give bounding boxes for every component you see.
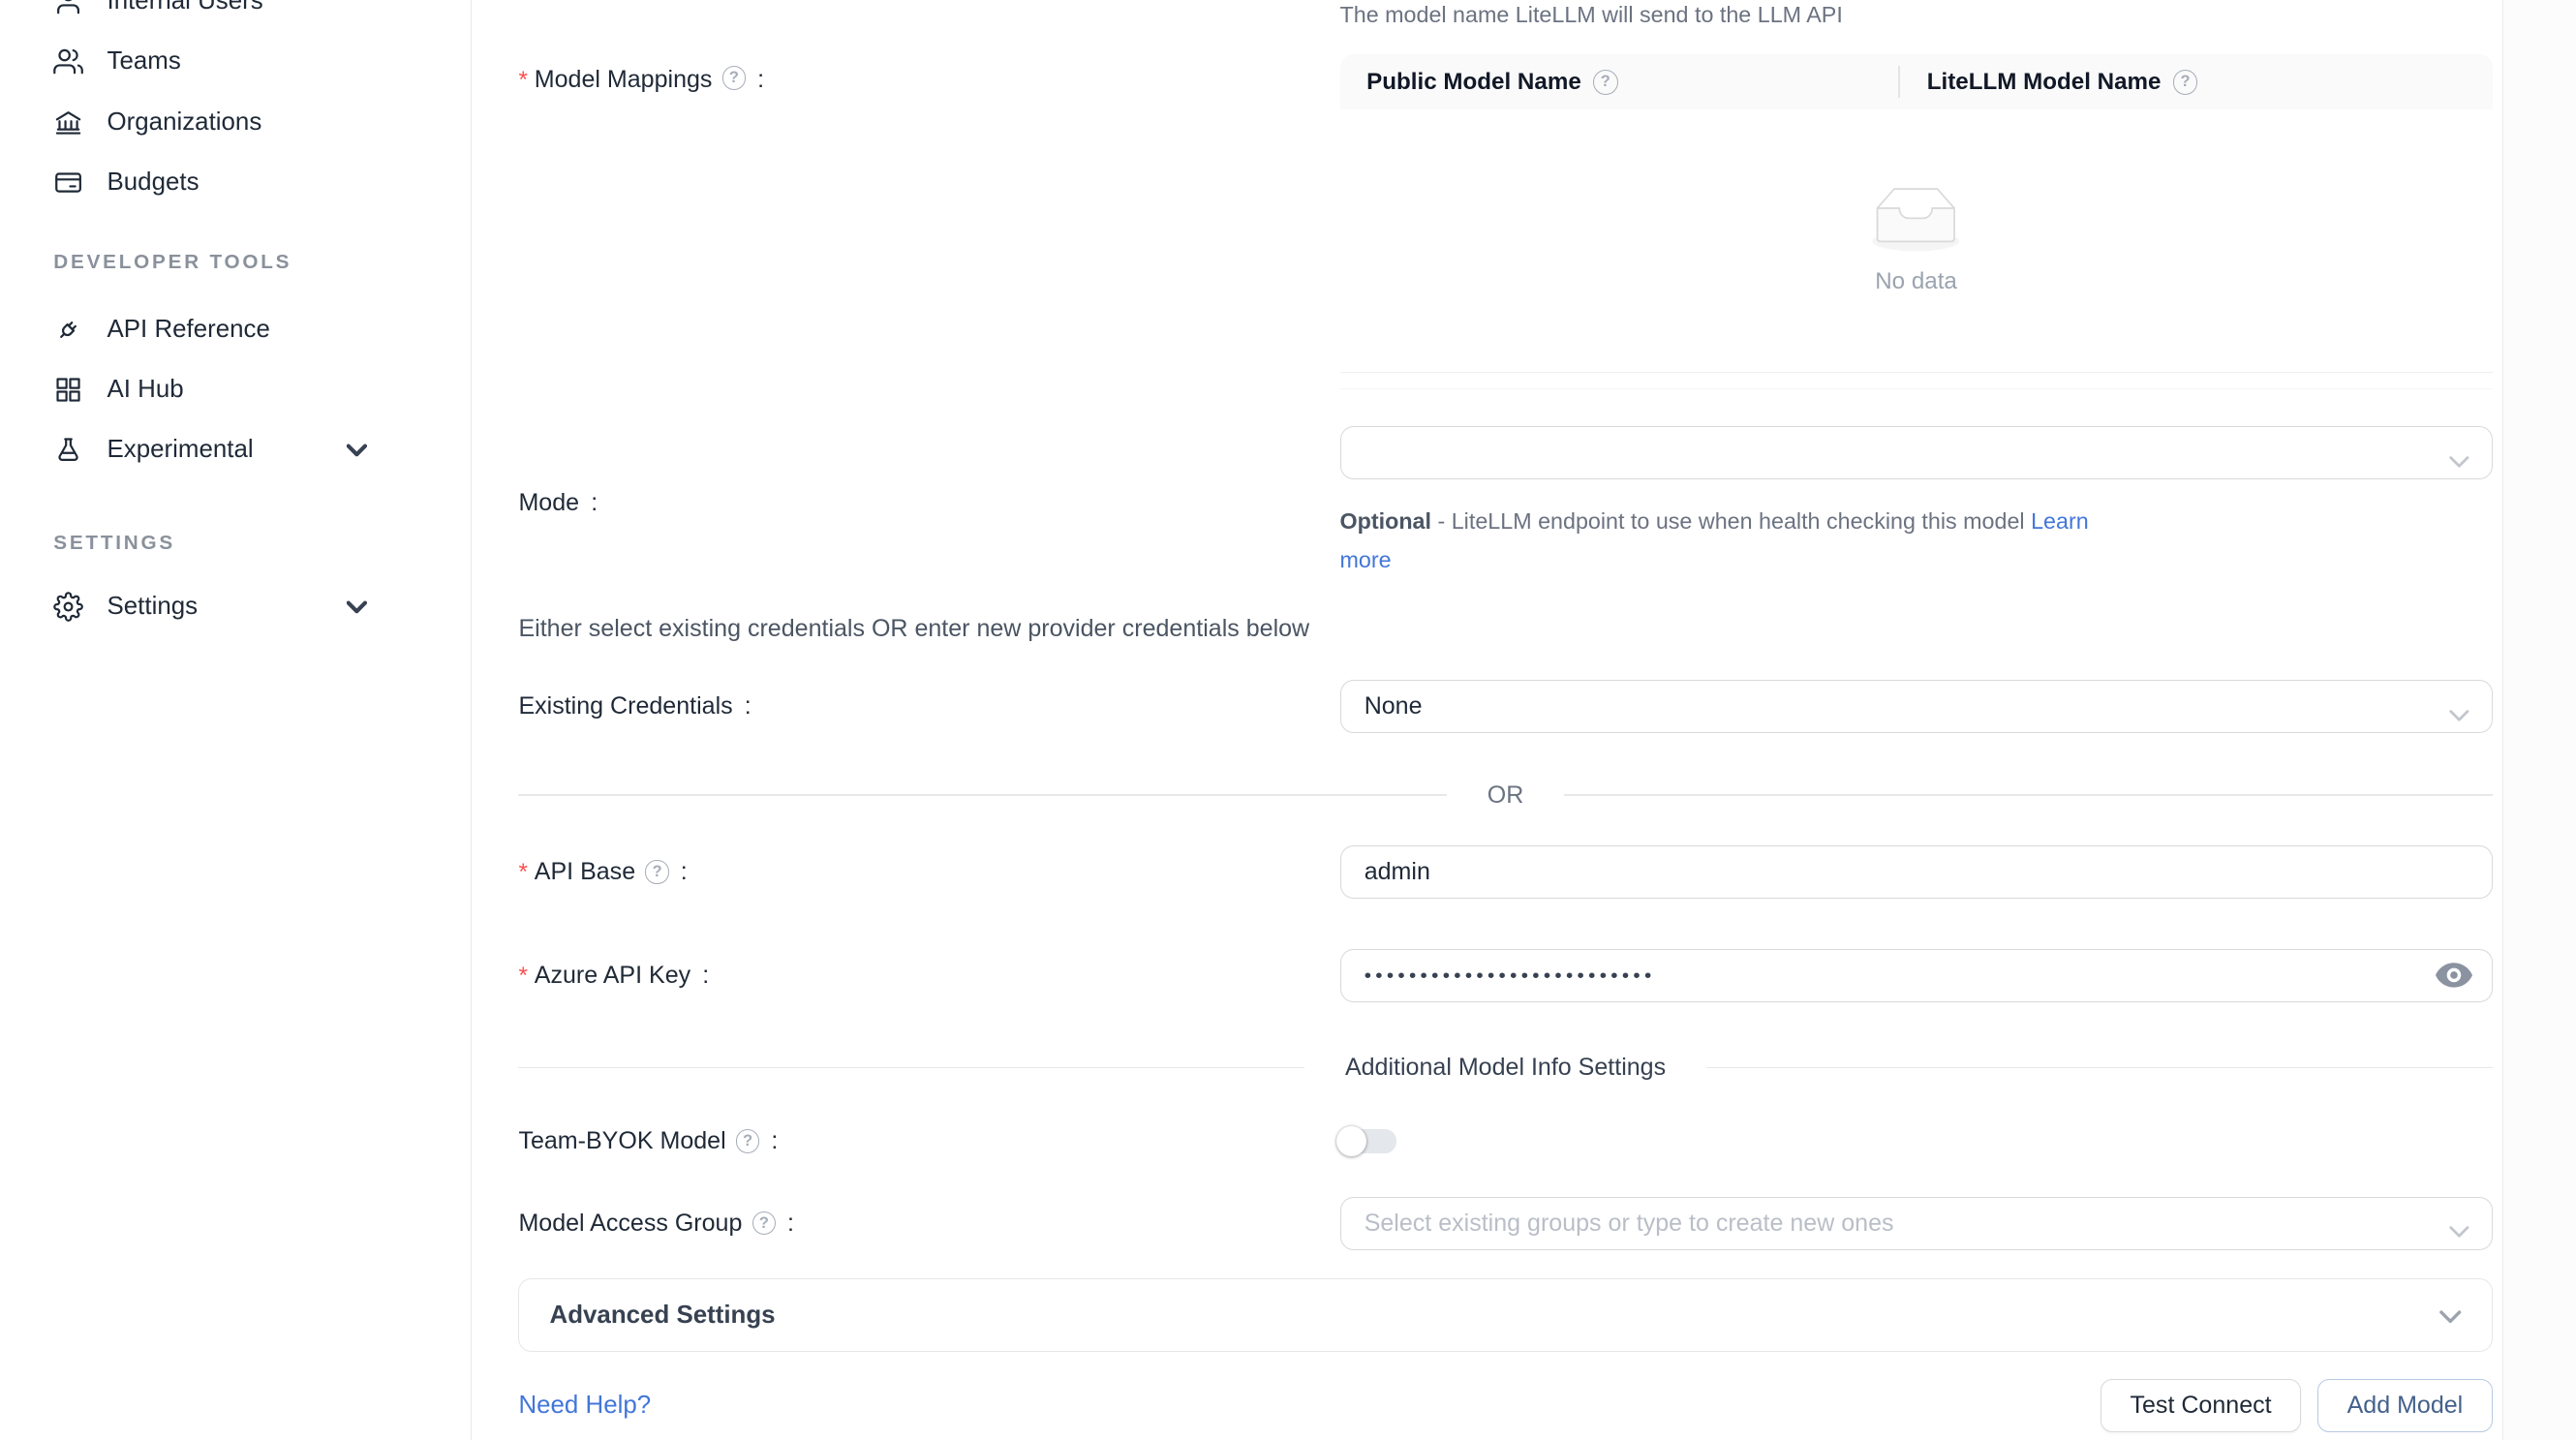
credentials-note: Either select existing credentials OR en… [518, 615, 2492, 643]
required-asterisk [518, 66, 534, 94]
eye-icon[interactable] [2436, 963, 2472, 995]
flask-icon [53, 435, 83, 465]
plug-icon [53, 315, 83, 345]
sidebar-item-label: Settings [107, 593, 199, 621]
form-row-api-base: API Base [518, 845, 2492, 899]
question-circle-icon[interactable] [2173, 70, 2198, 95]
form-row-azure-api-key: Azure API Key [518, 949, 2492, 1002]
mode-help-text: Optional - LiteLLM endpoint to use when … [1340, 503, 2130, 579]
chevron-down-icon [2439, 1300, 2461, 1331]
api-base-label: API Base [518, 845, 1339, 899]
sidebar-item-experimental[interactable]: Experimental [53, 419, 471, 479]
sidebar-item-ai-hub[interactable]: AI Hub [53, 359, 471, 419]
chevron-down-icon [347, 436, 367, 464]
existing-credentials-select[interactable]: None [1340, 680, 2493, 733]
existing-credentials-label: Existing Credentials [518, 680, 1339, 733]
table-footer-divider [1340, 373, 2493, 389]
sidebar-item-label: Internal Users [107, 0, 263, 15]
column-header-public-model-name: Public Model Name [1340, 69, 1899, 96]
form-row-mode: Mode Optional - LiteLLM endpoint to use … [518, 426, 2492, 580]
sidebar-item-budgets[interactable]: Budgets [53, 152, 471, 212]
litellm-model-name-hint: The model name LiteLLM will send to the … [1340, 0, 2493, 28]
grid-icon [53, 375, 83, 405]
sidebar-item-teams[interactable]: Teams [53, 32, 471, 92]
sidebar-item-label: AI Hub [107, 376, 184, 404]
or-divider: OR [518, 781, 2492, 811]
model-access-group-label: Model Access Group [518, 1197, 1339, 1250]
sidebar-item-organizations[interactable]: Organizations [53, 92, 471, 152]
chevron-down-icon [2449, 701, 2469, 729]
mode-select[interactable] [1340, 426, 2493, 479]
column-header-litellm-model-name: LiteLLM Model Name [1900, 69, 2224, 96]
azure-api-key-label: Azure API Key [518, 949, 1339, 1002]
user-icon [53, 0, 83, 16]
divider-line [1564, 794, 2493, 796]
sidebar-item-api-reference[interactable]: API Reference [53, 299, 471, 359]
chevron-down-icon [347, 593, 367, 621]
team-icon [53, 46, 83, 77]
sidebar-item-label: API Reference [107, 316, 270, 344]
main-content: The model name LiteLLM will send to the … [472, 0, 2576, 1440]
sidebar: Internal Users Teams Organizations Budge… [0, 0, 472, 1440]
model-access-group-select[interactable]: Select existing groups or type to create… [1340, 1197, 2493, 1250]
divider-line [518, 794, 1447, 796]
sidebar-section-developer-tools: DEVELOPER TOOLS [53, 251, 471, 274]
required-asterisk [518, 962, 534, 990]
form-footer: Need Help? Test Connect Add Model [518, 1379, 2492, 1432]
table-empty-state: No data [1340, 109, 2493, 372]
api-base-input[interactable] [1340, 845, 2493, 899]
question-circle-icon[interactable] [722, 66, 746, 89]
app-window: Internal Users Teams Organizations Budge… [0, 0, 2576, 1440]
azure-api-key-input[interactable] [1340, 949, 2493, 1002]
test-connect-button[interactable]: Test Connect [2101, 1379, 2301, 1432]
table-header: Public Model Name LiteLLM Model Name [1340, 54, 2493, 109]
sidebar-item-label: Organizations [107, 108, 262, 137]
sidebar-item-label: Budgets [107, 169, 199, 197]
sidebar-item-internal-users[interactable]: Internal Users [53, 0, 471, 32]
bank-icon [53, 107, 83, 138]
no-data-text: No data [1875, 268, 1957, 295]
additional-settings-divider: Additional Model Info Settings [518, 1053, 2492, 1083]
chevron-down-icon [2449, 446, 2469, 475]
mode-label: Mode [518, 426, 1339, 580]
model-mappings-table: Public Model Name LiteLLM Model Name [1340, 54, 2493, 388]
team-byok-label: Team-BYOK Model [518, 1115, 1339, 1168]
question-circle-icon[interactable] [736, 1129, 759, 1152]
question-circle-icon[interactable] [645, 860, 668, 883]
sidebar-item-label: Teams [107, 47, 181, 76]
question-circle-icon[interactable] [752, 1211, 776, 1235]
need-help-link[interactable]: Need Help? [518, 1392, 651, 1420]
form-row-model-access-group: Model Access Group Select existing group… [518, 1197, 2492, 1250]
advanced-settings-panel[interactable]: Advanced Settings [518, 1278, 2492, 1352]
team-byok-toggle[interactable] [1340, 1129, 1397, 1152]
form-row-existing-credentials: Existing Credentials None [518, 680, 2492, 733]
divider-line [1706, 1067, 2493, 1069]
credit-card-icon [53, 168, 83, 198]
empty-box-icon [1862, 186, 1970, 255]
form-row-team-byok: Team-BYOK Model [518, 1115, 2492, 1168]
add-model-button[interactable]: Add Model [2317, 1379, 2492, 1432]
chevron-down-icon [2449, 1217, 2469, 1245]
page-right-gutter [2502, 0, 2576, 1440]
question-circle-icon[interactable] [1593, 70, 1618, 95]
form-row-model-mappings: Model Mappings Public Model Name LiteL [518, 54, 2492, 388]
model-mappings-label: Model Mappings [518, 54, 1339, 388]
sidebar-item-settings[interactable]: Settings [53, 576, 471, 636]
sidebar-item-label: Experimental [107, 436, 254, 464]
toggle-knob [1336, 1126, 1366, 1156]
divider-line [518, 1067, 1304, 1069]
gear-icon [53, 592, 83, 622]
required-asterisk [518, 858, 534, 886]
sidebar-section-settings: SETTINGS [53, 532, 471, 555]
